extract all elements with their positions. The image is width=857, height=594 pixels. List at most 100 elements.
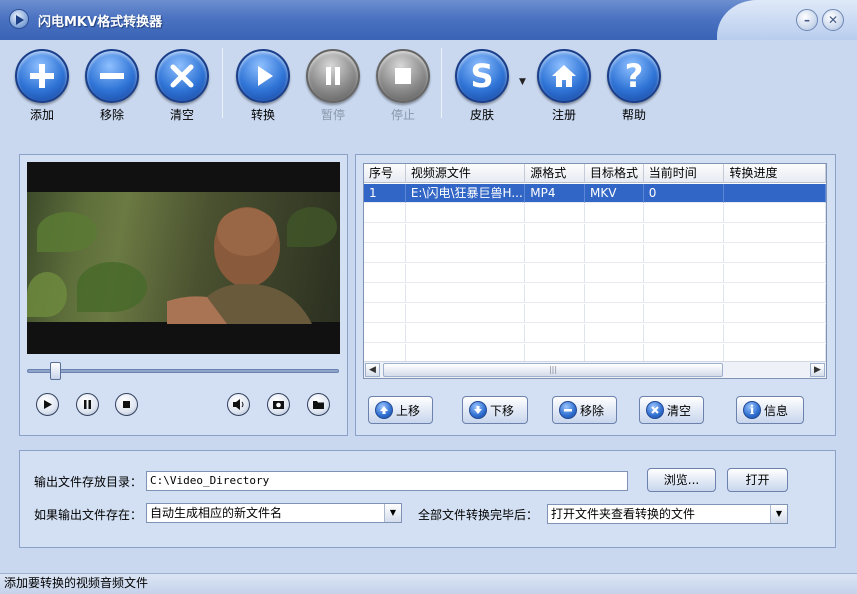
- toolbar-separator: [222, 48, 223, 118]
- stop-icon: [123, 401, 130, 408]
- column-header[interactable]: 源格式: [525, 164, 586, 183]
- clear-label: 清空: [169, 108, 194, 122]
- column-header[interactable]: 当前时间: [644, 164, 725, 183]
- convert-label: 转换: [250, 108, 275, 122]
- scroll-thumb[interactable]: |||: [383, 363, 723, 377]
- player-play-button[interactable]: [36, 393, 59, 416]
- video-frame: [27, 192, 340, 324]
- move-down-button[interactable]: 下移: [462, 396, 528, 424]
- help-label: 帮助: [621, 108, 646, 122]
- table-header: 序号 视频源文件 源格式 目标格式 当前时间 转换进度: [364, 164, 826, 183]
- stop-button[interactable]: 停止: [373, 49, 433, 127]
- list-clear-button[interactable]: 清空: [639, 396, 704, 424]
- chevron-down-icon[interactable]: ▼: [384, 504, 401, 522]
- player-stop-button[interactable]: [115, 393, 138, 416]
- chevron-down-icon[interactable]: ▼: [770, 505, 787, 523]
- folder-icon: [313, 401, 324, 409]
- add-button[interactable]: 添加: [12, 49, 72, 127]
- home-icon: [537, 49, 591, 103]
- horizontal-scrollbar[interactable]: ◀ ||| ▶: [364, 361, 826, 378]
- list-clear-label: 清空: [667, 403, 692, 418]
- column-header[interactable]: 目标格式: [585, 164, 644, 183]
- pause-button[interactable]: 暂停: [303, 49, 363, 127]
- remove-button[interactable]: 移除: [82, 49, 142, 127]
- seek-bar[interactable]: [27, 369, 339, 373]
- camera-icon: [273, 401, 284, 409]
- x-icon: [646, 401, 664, 419]
- empty-row: [364, 244, 826, 263]
- speaker-icon: [233, 399, 244, 410]
- play-icon: [44, 400, 52, 409]
- after-convert-label: 全部文件转换完毕后：: [418, 508, 539, 522]
- after-convert-select[interactable]: 打开文件夹查看转换的文件 ▼: [547, 504, 788, 524]
- empty-row: [364, 224, 826, 243]
- register-button[interactable]: 注册: [534, 49, 594, 127]
- help-button[interactable]: ? 帮助: [604, 49, 664, 127]
- convert-button[interactable]: 转换: [233, 49, 293, 127]
- output-dir-label: 输出文件存放目录：: [34, 475, 143, 489]
- open-button[interactable]: 打开: [727, 468, 788, 492]
- seek-thumb[interactable]: [49, 362, 61, 380]
- info-icon: i: [743, 401, 761, 419]
- play-icon: [236, 49, 290, 103]
- app-logo-icon[interactable]: [9, 9, 29, 29]
- toolbar-separator: [441, 48, 442, 118]
- list-remove-button[interactable]: 移除: [552, 396, 617, 424]
- window-title: 闪电MKV格式转换器: [38, 15, 163, 30]
- list-remove-label: 移除: [580, 403, 605, 418]
- snapshot-button[interactable]: [267, 393, 290, 416]
- scroll-right-icon[interactable]: ▶: [810, 363, 825, 377]
- column-header[interactable]: 序号: [364, 164, 406, 183]
- empty-row: [364, 284, 826, 303]
- minus-icon: [559, 401, 577, 419]
- empty-row: [364, 324, 826, 343]
- info-label: 信息: [764, 403, 789, 418]
- output-dir-input[interactable]: C:\Video_Directory: [146, 471, 628, 491]
- clear-button[interactable]: 清空: [152, 49, 212, 127]
- status-bar: 添加要转换的视频音频文件: [0, 573, 857, 594]
- arrow-up-icon: [375, 401, 393, 419]
- info-button[interactable]: i 信息: [736, 396, 804, 424]
- skin-icon: S: [455, 49, 509, 103]
- column-header[interactable]: 转换进度: [724, 164, 826, 183]
- register-label: 注册: [551, 108, 576, 122]
- scroll-left-icon[interactable]: ◀: [365, 363, 380, 377]
- cell-index: 1: [364, 184, 406, 203]
- move-down-label: 下移: [490, 403, 515, 418]
- toolbar: 添加 移除 清空 转换 暂停 停止 S 皮肤 ▼ 注册 ? 帮助: [0, 40, 857, 130]
- add-label: 添加: [29, 108, 54, 122]
- open-folder-button[interactable]: [307, 393, 330, 416]
- skin-button[interactable]: S 皮肤: [452, 49, 512, 127]
- cell-current-time: 0: [643, 184, 725, 203]
- remove-label: 移除: [99, 108, 124, 122]
- cell-source: E:\闪电\狂暴巨兽H...: [405, 184, 526, 203]
- browse-button[interactable]: 浏览...: [647, 468, 716, 492]
- volume-button[interactable]: [227, 393, 250, 416]
- file-exists-select[interactable]: 自动生成相应的新文件名 ▼: [146, 503, 402, 523]
- plus-icon: [15, 49, 69, 103]
- pause-icon: [306, 49, 360, 103]
- title-bar: 闪电MKV格式转换器 – ✕: [0, 0, 857, 40]
- question-icon: ?: [607, 49, 661, 103]
- cell-src-format: MP4: [525, 184, 586, 203]
- player-pause-button[interactable]: [76, 393, 99, 416]
- empty-row: [364, 264, 826, 283]
- cell-progress: [724, 184, 826, 203]
- video-preview[interactable]: [27, 162, 340, 354]
- stop-icon: [376, 49, 430, 103]
- column-header[interactable]: 视频源文件: [406, 164, 526, 183]
- close-icon[interactable]: ✕: [822, 9, 844, 31]
- table-row[interactable]: 1 E:\闪电\狂暴巨兽H... MP4 MKV 0: [364, 184, 826, 203]
- move-up-label: 上移: [396, 403, 421, 418]
- minus-icon: [85, 49, 139, 103]
- empty-row: [364, 304, 826, 323]
- skin-dropdown-icon[interactable]: ▼: [519, 77, 526, 87]
- file-exists-label: 如果输出文件存在：: [34, 508, 143, 522]
- file-table[interactable]: 序号 视频源文件 源格式 目标格式 当前时间 转换进度 1 E:\闪电\狂暴巨兽…: [363, 163, 827, 379]
- stop-label: 停止: [390, 108, 415, 122]
- move-up-button[interactable]: 上移: [368, 396, 433, 424]
- minimize-icon[interactable]: –: [796, 9, 818, 31]
- pause-icon: [84, 400, 91, 409]
- x-icon: [155, 49, 209, 103]
- arrow-down-icon: [469, 401, 487, 419]
